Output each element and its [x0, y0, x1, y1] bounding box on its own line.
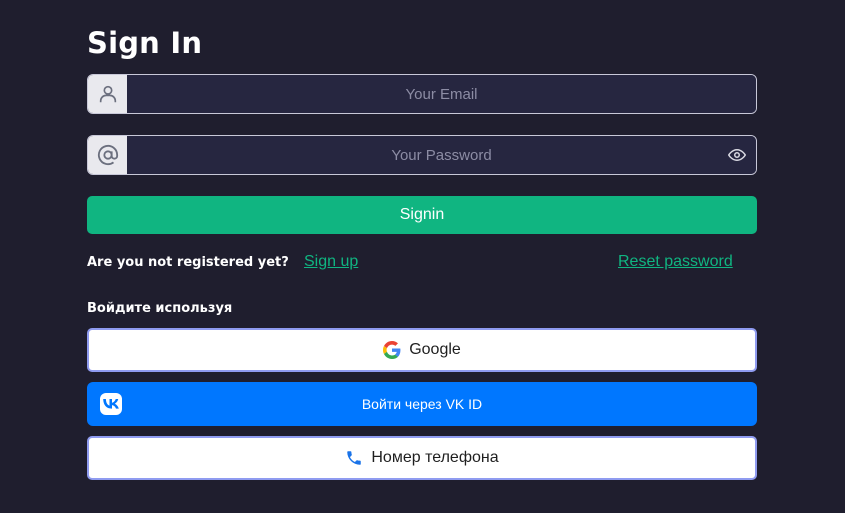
signin-button[interactable]: Signin	[87, 196, 757, 234]
signup-link[interactable]: Sign up	[304, 253, 358, 271]
password-field-group	[87, 135, 757, 175]
password-input[interactable]	[127, 136, 756, 174]
user-icon	[88, 75, 127, 113]
at-icon	[88, 136, 127, 174]
vk-login-label: Войти через VK ID	[361, 396, 483, 412]
google-login-button[interactable]: Google	[87, 328, 757, 372]
eye-icon[interactable]	[728, 136, 746, 174]
vk-icon	[100, 393, 122, 415]
register-row: Are you not registered yet? Sign up Rese…	[87, 253, 757, 273]
email-input[interactable]	[127, 75, 756, 113]
google-icon	[383, 341, 401, 359]
phone-icon	[345, 449, 363, 467]
page-title: Sign In	[87, 26, 203, 60]
phone-login-button[interactable]: Номер телефона	[87, 436, 757, 480]
google-login-label: Google	[409, 341, 461, 358]
social-login-heading: Войдите используя	[87, 301, 233, 316]
email-field-group	[87, 74, 757, 114]
vk-login-button[interactable]: Войти через VK ID	[87, 382, 757, 426]
phone-login-label: Номер телефона	[371, 449, 499, 466]
reset-password-link[interactable]: Reset password	[618, 253, 733, 271]
register-question: Are you not registered yet?	[87, 255, 289, 270]
